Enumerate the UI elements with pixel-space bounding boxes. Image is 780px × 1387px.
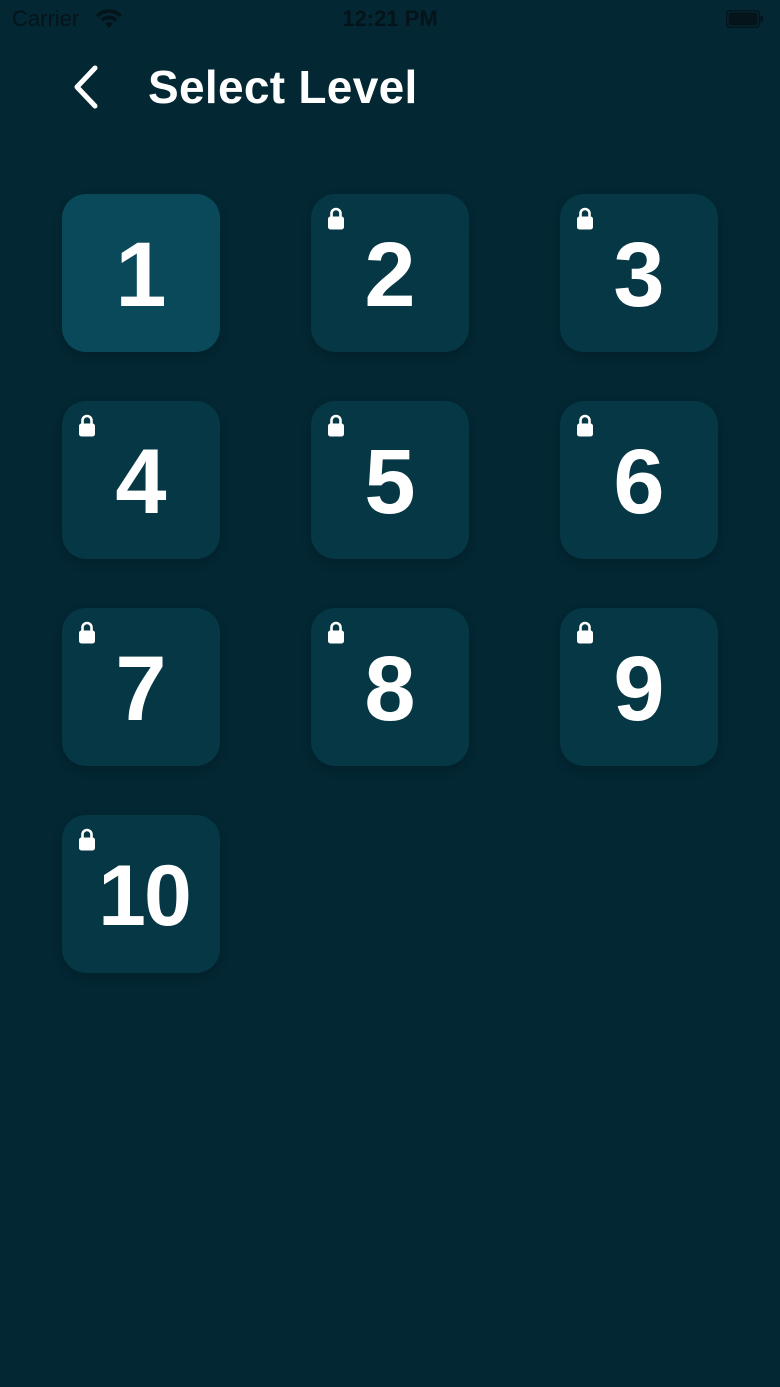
level-tile-2[interactable]: 2 xyxy=(311,194,469,352)
level-tile-4[interactable]: 4 xyxy=(62,401,220,559)
level-number: 6 xyxy=(613,430,665,533)
level-tile-9[interactable]: 9 xyxy=(560,608,718,766)
level-number: 7 xyxy=(115,637,167,740)
level-number: 3 xyxy=(613,223,665,326)
level-number: 10 xyxy=(98,847,192,944)
level-number: 2 xyxy=(364,223,416,326)
level-number: 5 xyxy=(364,430,416,533)
page-title: Select Level xyxy=(148,61,418,113)
battery-icon xyxy=(726,10,763,28)
level-tile-10[interactable]: 10 xyxy=(62,815,220,973)
level-tile-5[interactable]: 5 xyxy=(311,401,469,559)
chevron-left-icon xyxy=(74,65,98,109)
level-number: 4 xyxy=(115,430,167,533)
level-tile-6[interactable]: 6 xyxy=(560,401,718,559)
back-button[interactable] xyxy=(60,58,112,116)
level-select-screen: Carrier 12:21 PM Select Level 1 2 3 4 5 6 7 8 9 1… xyxy=(0,0,780,1387)
level-tile-8[interactable]: 8 xyxy=(311,608,469,766)
level-tile-1[interactable]: 1 xyxy=(62,194,220,352)
level-tile-7[interactable]: 7 xyxy=(62,608,220,766)
level-number: 9 xyxy=(613,637,665,740)
status-time: 12:21 PM xyxy=(342,6,438,31)
level-tile-3[interactable]: 3 xyxy=(560,194,718,352)
status-bar: Carrier 12:21 PM xyxy=(0,0,780,40)
level-number: 1 xyxy=(115,223,167,326)
level-number: 8 xyxy=(364,637,416,740)
